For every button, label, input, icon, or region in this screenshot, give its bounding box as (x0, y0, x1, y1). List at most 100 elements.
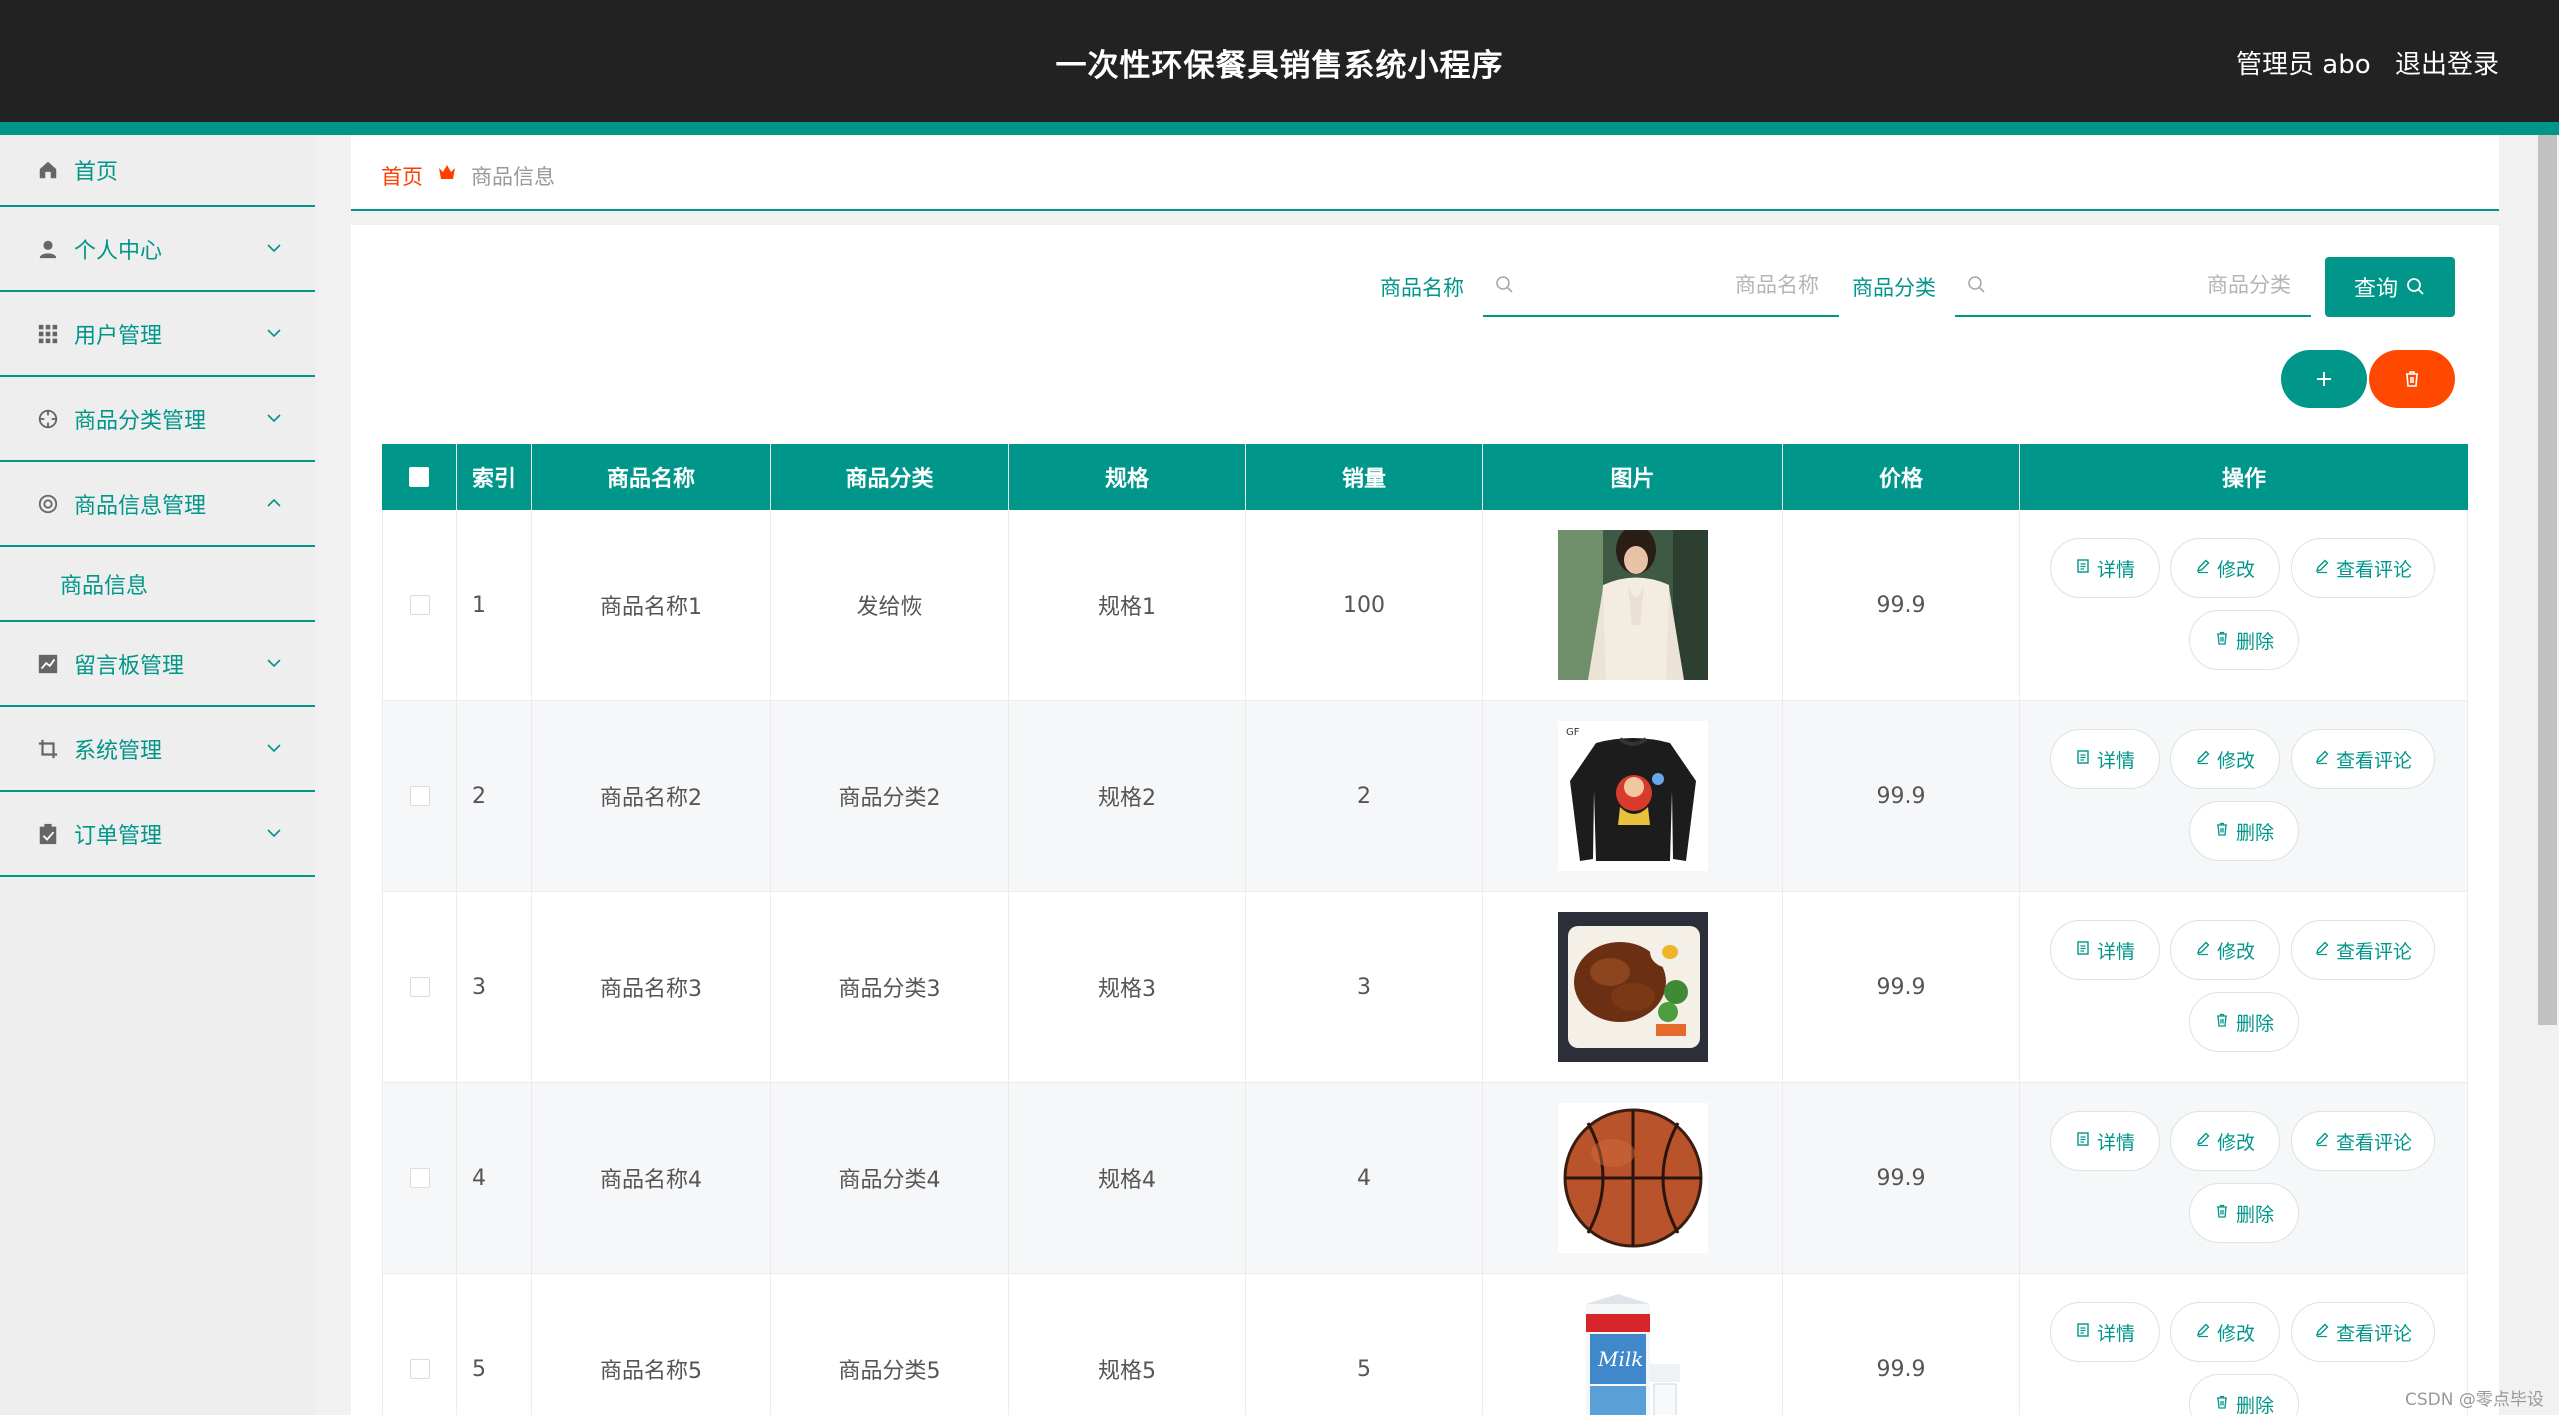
row-checkbox-cell (382, 1083, 457, 1273)
detail-button[interactable]: 详情 (2050, 1111, 2160, 1171)
view-reviews-button[interactable]: 查看评论 (2291, 1111, 2435, 1171)
cell-sales: 5 (1246, 1274, 1483, 1415)
target-icon (36, 407, 60, 431)
edit-button[interactable]: 修改 (2170, 538, 2280, 598)
delete-button[interactable]: 删除 (2189, 801, 2299, 861)
milk-photo[interactable]: Milk (1557, 1294, 1708, 1415)
view-reviews-button[interactable]: 查看评论 (2291, 920, 2435, 980)
batch-delete-button[interactable] (2369, 350, 2455, 408)
logout-button[interactable]: 退出登录 (2395, 44, 2499, 81)
cell-name: 商品名称3 (532, 892, 771, 1082)
table-body: 1 商品名称1 发给恢 规格1 100 99.9 详情 修改 查看评论 删除 2 商品名称2 商品分类2… (382, 510, 2468, 1415)
trash-icon (2214, 1393, 2236, 1415)
cell-index: 2 (457, 701, 532, 891)
cell-index: 5 (457, 1274, 532, 1415)
sidebar-item-home[interactable]: 首页 (0, 135, 315, 207)
trash-icon (2214, 1202, 2236, 1224)
sidebar-item-order-management[interactable]: 订单管理 (0, 792, 315, 877)
row-checkbox[interactable] (409, 977, 430, 997)
sidebar-item-label: 系统管理 (74, 738, 163, 764)
top-bar: 一次性环保餐具销售系统小程序 管理员 abo 退出登录 (0, 0, 2559, 122)
cell-sales: 3 (1246, 892, 1483, 1082)
query-button[interactable]: 查询 (2325, 257, 2455, 317)
breadcrumb-home-link[interactable]: 首页 (381, 161, 423, 191)
home-icon (36, 158, 60, 182)
edit-button[interactable]: 修改 (2170, 1111, 2280, 1171)
bento-photo[interactable] (1557, 912, 1708, 1062)
select-all-checkbox[interactable] (409, 467, 429, 487)
cell-actions: 详情 修改 查看评论删除 (2020, 510, 2468, 700)
delete-button[interactable]: 删除 (2189, 1183, 2299, 1243)
vertical-scrollbar[interactable] (2536, 135, 2559, 1415)
cell-spec: 规格4 (1009, 1083, 1246, 1273)
table-row: 1 商品名称1 发给恢 规格1 100 99.9 详情 修改 查看评论 删除 (382, 510, 2468, 701)
cell-actions: 详情 修改 查看评论删除 (2020, 701, 2468, 891)
basketball-photo[interactable] (1557, 1103, 1708, 1253)
edit-icon (2314, 939, 2336, 961)
crop-icon (36, 737, 60, 761)
edit-icon (2314, 748, 2336, 770)
sidebar-item-label: 用户管理 (74, 323, 163, 349)
row-checkbox[interactable] (409, 1359, 430, 1379)
delete-button[interactable]: 删除 (2189, 992, 2299, 1052)
sidebar-item-system-management[interactable]: 系统管理 (0, 707, 315, 792)
document-icon (2075, 748, 2097, 770)
row-checkbox[interactable] (409, 786, 430, 806)
header-accent-bar (0, 122, 2559, 135)
view-reviews-button[interactable]: 查看评论 (2291, 1302, 2435, 1362)
lifebuoy-icon (36, 492, 60, 516)
delete-label: 删除 (2235, 821, 2274, 844)
sidebar-item-user-management[interactable]: 用户管理 (0, 292, 315, 377)
cell-sales: 2 (1246, 701, 1483, 891)
sidebar-item-label: 首页 (74, 160, 119, 185)
detail-button[interactable]: 详情 (2050, 920, 2160, 980)
edit-button[interactable]: 修改 (2170, 920, 2280, 980)
detail-button[interactable]: 详情 (2050, 538, 2160, 598)
sidebar-subitem-product-info[interactable]: 商品信息 (0, 547, 315, 622)
table-row: 3 商品名称3 商品分类3 规格3 3 99.9 详情 修改 查看评论 删除 (382, 892, 2468, 1083)
row-checkbox-cell (382, 892, 457, 1082)
cell-actions: 详情 修改 查看评论删除 (2020, 1083, 2468, 1273)
sweatshirt-photo[interactable]: GF (1557, 721, 1708, 871)
grid-icon (36, 322, 60, 346)
name-search-input[interactable] (1523, 267, 1819, 303)
edit-button[interactable]: 修改 (2170, 1302, 2280, 1362)
sidebar-item-label: 商品信息管理 (74, 493, 207, 519)
category-search-input[interactable] (1995, 267, 2291, 303)
delete-button[interactable]: 删除 (2189, 610, 2299, 670)
edit-button[interactable]: 修改 (2170, 729, 2280, 789)
document-icon (2075, 939, 2097, 961)
cell-price: 99.9 (1783, 510, 2020, 700)
blouse-photo[interactable] (1557, 530, 1708, 680)
sidebar-item-message-board[interactable]: 留言板管理 (0, 622, 315, 707)
add-button[interactable] (2281, 350, 2367, 408)
cell-name: 商品名称4 (532, 1083, 771, 1273)
sidebar-item-category-management[interactable]: 商品分类管理 (0, 377, 315, 462)
detail-button[interactable]: 详情 (2050, 1302, 2160, 1362)
detail-button[interactable]: 详情 (2050, 729, 2160, 789)
view-reviews-button[interactable]: 查看评论 (2291, 729, 2435, 789)
cell-spec: 规格2 (1009, 701, 1246, 891)
trash-icon (2214, 1011, 2236, 1033)
scrollbar-thumb[interactable] (2538, 135, 2557, 1025)
sidebar-item-personal-center[interactable]: 个人中心 (0, 207, 315, 292)
edit-label: 修改 (2216, 558, 2255, 581)
cell-price: 99.9 (1783, 892, 2020, 1082)
row-checkbox[interactable] (409, 595, 430, 615)
row-checkbox-cell (382, 510, 457, 700)
name-search-label: 商品名称 (1380, 276, 1464, 300)
header-actions: 操作 (2221, 467, 2266, 492)
view-reviews-button[interactable]: 查看评论 (2291, 538, 2435, 598)
delete-label: 删除 (2235, 1203, 2274, 1226)
table-row: 5 商品名称5 商品分类5 规格5 5 Milk 99.9 详情 修改 查看评论 删除 (382, 1274, 2468, 1415)
delete-button[interactable]: 删除 (2189, 1374, 2299, 1415)
cell-spec: 规格5 (1009, 1274, 1246, 1415)
header-select-all[interactable] (382, 444, 457, 510)
edit-label: 修改 (2216, 1131, 2255, 1154)
chevron-down-icon (267, 414, 281, 423)
cell-actions: 详情 修改 查看评论删除 (2020, 892, 2468, 1082)
delete-label: 删除 (2235, 630, 2274, 653)
sidebar-item-product-management[interactable]: 商品信息管理 (0, 462, 315, 547)
row-checkbox[interactable] (409, 1168, 430, 1188)
app-title: 一次性环保餐具销售系统小程序 (1055, 48, 1504, 84)
